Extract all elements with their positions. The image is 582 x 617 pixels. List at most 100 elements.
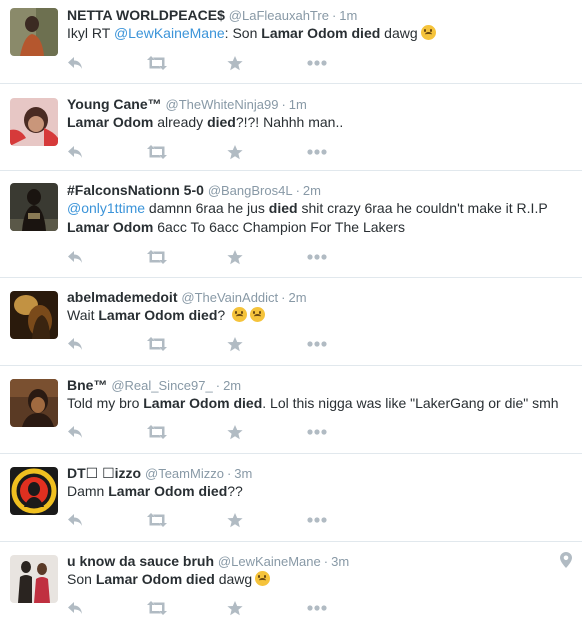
separator-dot: · [323,554,329,569]
tweet-header: DT☐ ☐izzo @TeamMizzo · 3m [67,464,252,483]
tweet-text-segment: already [153,114,208,130]
star-icon[interactable] [227,599,307,617]
tweet-actions [67,335,387,353]
mention-link[interactable]: @only1ttime [67,200,145,216]
tweet-text-segment: Son [67,571,96,587]
tweet[interactable]: Young Cane™ @TheWhiteNinja99 · 1m Lamar Od… [0,84,582,171]
more-icon[interactable] [307,54,387,72]
tweet[interactable]: DT☐ ☐izzo @TeamMizzo · 3m Damn Lamar Odom … [0,454,582,542]
highlighted-keyword: Lamar Odom died [98,307,218,323]
separator-dot: · [281,290,286,305]
timestamp[interactable]: 3m [234,466,252,481]
highlighted-keyword: Lamar Odom died [95,571,215,587]
star-icon[interactable] [227,335,307,353]
tweet-header: Bne™ @Real_Since97_ · 2m [67,376,241,395]
display-name[interactable]: #FalconsNationn 5-0 [67,182,204,198]
username[interactable]: @TheWhiteNinja99 [166,97,279,112]
reply-icon[interactable] [67,423,147,441]
star-icon[interactable] [227,423,307,441]
highlighted-keyword: Lamar Odom [67,219,154,235]
name-suffix-glyph: $ [217,7,225,23]
username[interactable]: @TeamMizzo [145,466,224,481]
retweet-icon[interactable] [147,248,227,266]
highlighted-keyword: died [268,200,298,216]
display-name[interactable]: abelmademedoit [67,289,177,305]
retweet-icon[interactable] [147,54,227,72]
star-icon[interactable] [227,143,307,161]
avatar[interactable] [10,98,58,146]
tweet[interactable]: NETTA WORLDPEACE$ @LaFleauxahTre · 1m Ikyl… [0,0,582,84]
reply-icon[interactable] [67,511,147,529]
reply-icon[interactable] [67,599,147,617]
tweet-actions [67,143,387,161]
timestamp[interactable]: 2m [289,290,307,305]
timestamp[interactable]: 1m [339,8,357,23]
display-name[interactable]: Young Cane™ [67,96,162,112]
tweet-text: @only1ttime damnn 6raa he jus died shit … [67,199,572,237]
display-name[interactable]: NETTA WORLDPEACE [67,7,217,23]
timestamp[interactable]: 1m [289,97,307,112]
more-icon[interactable] [307,335,387,353]
tweet-header: abelmademedoit @TheVainAddict · 2m [67,288,307,307]
avatar[interactable] [10,8,58,56]
retweet-icon[interactable] [147,423,227,441]
tweet-header: Young Cane™ @TheWhiteNinja99 · 1m [67,95,307,114]
highlighted-keyword: died [207,114,236,130]
more-icon[interactable] [307,599,387,617]
tweet-header: u know da sauce bruh @LewKaineMane · 3m [67,552,349,571]
tweet-text-segment: Ikyl RT [67,25,114,41]
tweet[interactable]: abelmademedoit @TheVainAddict · 2m Wait La… [0,278,582,366]
more-icon[interactable] [307,423,387,441]
tweet[interactable]: Bne™ @Real_Since97_ · 2m Told my bro Lamar… [0,366,582,454]
username[interactable]: @LewKaineMane [218,554,321,569]
tweet-actions [67,599,387,617]
reply-icon[interactable] [67,248,147,266]
reply-icon[interactable] [67,54,147,72]
username[interactable]: @Real_Since97_ [111,378,212,393]
star-icon[interactable] [227,511,307,529]
username[interactable]: @BangBros4L [208,183,293,198]
more-icon[interactable] [307,511,387,529]
avatar[interactable] [10,291,58,339]
tweet-actions [67,423,387,441]
star-icon[interactable] [227,54,307,72]
tweet-text: Told my bro Lamar Odom died. Lol this ni… [67,394,572,413]
avatar[interactable] [10,467,58,515]
tweet-text-segment: ?!?! Nahhh man.. [235,114,344,130]
tweet-text-segment: ? [217,307,230,323]
mention-link[interactable]: @LewKaineMane [114,25,225,41]
display-name[interactable]: DT☐ ☐izzo [67,465,141,481]
tweet-text-segment: ?? [227,483,243,499]
timestamp[interactable]: 3m [331,554,349,569]
tweet[interactable]: #FalconsNationn 5-0 @BangBros4L · 2m @only… [0,171,582,278]
tweet-text: Wait Lamar Odom died? [67,306,572,325]
retweet-icon[interactable] [147,511,227,529]
retweet-icon[interactable] [147,143,227,161]
username[interactable]: @LaFleauxahTre [229,8,329,23]
tweet[interactable]: u know da sauce bruh @LewKaineMane · 3m So… [0,542,582,617]
tweet-text: Lamar Odom already died?!?! Nahhh man.. [67,113,572,132]
crying-face-emoji-icon [420,25,436,40]
star-icon[interactable] [227,248,307,266]
more-icon[interactable] [307,248,387,266]
separator-dot: · [215,378,221,393]
tweet-timeline: NETTA WORLDPEACE$ @LaFleauxahTre · 1m Ikyl… [0,0,582,617]
avatar[interactable] [10,183,58,231]
worried-face-emoji-icon [250,307,266,322]
timestamp[interactable]: 2m [303,183,321,198]
retweet-icon[interactable] [147,335,227,353]
username[interactable]: @TheVainAddict [181,290,278,305]
reply-icon[interactable] [67,335,147,353]
tweet-text-segment: : Son [224,25,262,41]
display-name[interactable]: u know da sauce bruh [67,553,214,569]
tweet-text-segment: Told my bro [67,395,144,411]
highlighted-keyword: Lamar Odom [67,114,154,130]
more-icon[interactable] [307,143,387,161]
retweet-icon[interactable] [147,599,227,617]
tweet-text-segment: shit crazy 6raa he couldn't make it R.I.… [297,200,548,216]
timestamp[interactable]: 2m [223,378,241,393]
avatar[interactable] [10,379,58,427]
display-name[interactable]: Bne™ [67,377,107,393]
reply-icon[interactable] [67,143,147,161]
avatar[interactable] [10,555,58,603]
